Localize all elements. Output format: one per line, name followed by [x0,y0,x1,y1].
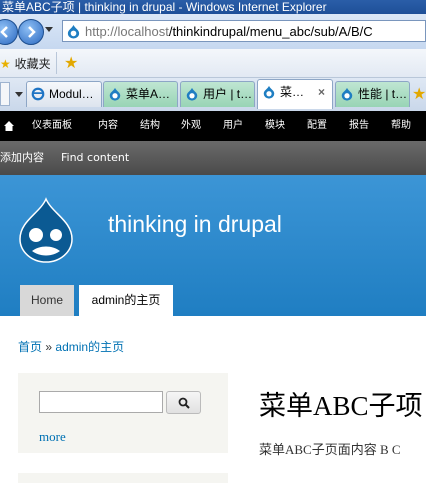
divider [56,52,57,74]
history-dropdown-icon[interactable] [45,27,53,32]
breadcrumb-separator: » [45,340,53,354]
tab-strip: Modul… 菜单A… 用户 | t… 菜… × 性能 | t… ★ [0,78,426,112]
window-title: 菜单ABC子项 | thinking in drupal - Windows I… [2,0,327,14]
ie-page-icon [31,87,45,101]
drupal-favicon-icon [263,85,275,99]
home-icon[interactable] [3,120,15,132]
tab-label: 菜… [280,85,305,99]
tab-modules[interactable]: Modul… [26,81,102,107]
toolbar-item-content[interactable]: 内容 [98,111,118,141]
favorites-label: 收藏夹 [14,57,51,71]
tab-list-dropdown-icon [15,92,23,97]
search-input[interactable] [39,391,163,413]
tab-users[interactable]: 用户 | t… [180,81,255,107]
window-title-bar: 菜单ABC子项 | thinking in drupal - Windows I… [0,0,426,14]
toolbar-item-reports[interactable]: 报告 [349,111,369,141]
shortcut-add-content[interactable]: 添加内容 [0,141,44,175]
forward-button[interactable] [18,19,44,45]
back-arrow-icon [0,26,8,38]
toolbar-item-people[interactable]: 用户 [223,111,243,141]
drupal-favicon-icon [186,87,198,101]
star-icon: ★ [0,57,11,71]
tab-performance[interactable]: 性能 | t… [335,81,410,107]
page-body-text: 菜单ABC子页面内容 B C [259,442,401,457]
new-tab-star-icon[interactable]: ★ [412,84,426,103]
tab-label: 菜单A… [126,87,171,101]
admin-toolbar: 仪表面板 内容 结构 外观 用户 模块 配置 报告 帮助 [0,111,426,141]
site-name[interactable]: thinking in drupal [108,211,282,238]
breadcrumb-current-link[interactable]: admin的主页 [55,340,124,354]
back-button[interactable] [0,19,18,45]
address-url: http://localhost/thinkindrupal/menu_abc/… [85,24,373,39]
toolbar-item-help[interactable]: 帮助 [391,111,411,141]
breadcrumb-home-link[interactable]: 首页 [18,340,42,354]
shortcuts-bar: 添加内容 Find content [0,141,426,175]
site-header: thinking in drupal Home admin的主页 [0,175,426,316]
toolbar-item-dashboard[interactable]: 仪表面板 [32,111,72,141]
tab-label: 用户 | t… [203,87,253,101]
drupal-favicon-icon [109,87,121,101]
forward-arrow-icon [28,26,36,38]
tab-label: Modul… [49,87,94,101]
favorites-button[interactable]: ★ 收藏夹 [0,55,51,72]
favorites-bar: ★ 收藏夹 ★ [0,49,426,78]
tab-menu-abc[interactable]: 菜单A… [103,81,178,107]
toolbar-item-modules[interactable]: 模块 [265,111,285,141]
tab-current[interactable]: 菜… × [257,79,333,109]
address-toolbar: http://localhost/thinkindrupal/menu_abc/… [0,14,426,49]
shortcut-find-content[interactable]: Find content [61,141,129,175]
add-favorite-icon[interactable]: ★ [64,53,78,72]
address-bar[interactable]: http://localhost/thinkindrupal/menu_abc/… [62,20,426,42]
page-title: 菜单ABC子项 [259,391,423,421]
drupal-logo-icon[interactable] [16,197,76,263]
drupal-favicon-icon [341,87,353,101]
search-icon [178,397,190,409]
main-menu-home[interactable]: Home [20,285,74,316]
main-menu-admin-home[interactable]: admin的主页 [79,285,173,316]
toolbar-item-configuration[interactable]: 配置 [307,111,327,141]
sidebar-search-block: more [18,373,228,453]
toolbar-item-appearance[interactable]: 外观 [181,111,201,141]
tab-label: 性能 | t… [358,87,408,101]
more-link[interactable]: more [39,429,66,445]
sidebar-block [18,473,228,483]
drupal-favicon-icon [67,24,80,39]
breadcrumb: 首页 » admin的主页 [18,338,124,355]
search-button[interactable] [166,391,201,414]
close-tab-icon[interactable]: × [318,80,325,104]
toolbar-item-structure[interactable]: 结构 [140,111,160,141]
quick-tabs-button[interactable] [0,82,10,106]
